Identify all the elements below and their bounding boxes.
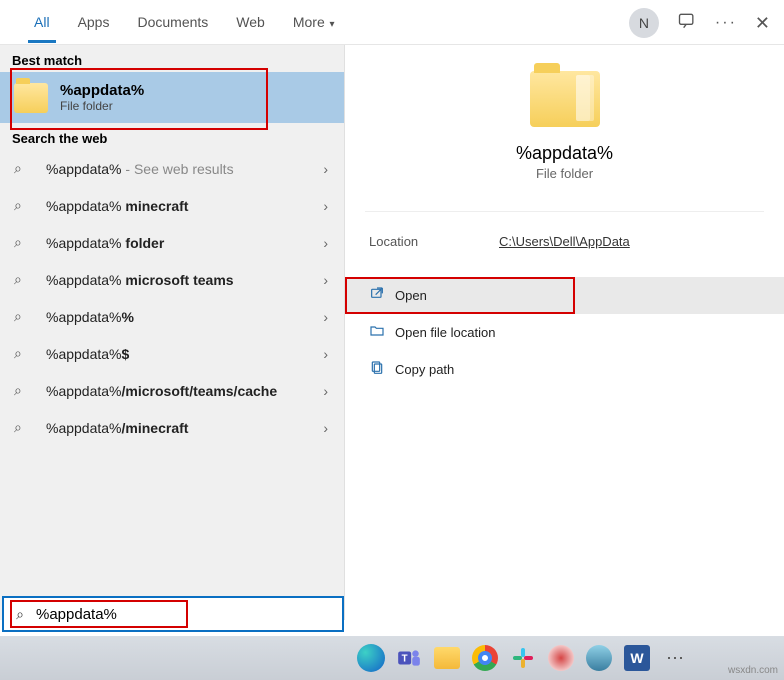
web-suggestion[interactable]: ⌕ %appdata%$ › xyxy=(0,335,344,372)
taskbar-app[interactable] xyxy=(544,641,578,675)
taskbar-chrome[interactable] xyxy=(468,641,502,675)
folder-icon xyxy=(530,71,600,127)
watermark: wsxdn.com xyxy=(728,665,778,676)
taskbar-slack[interactable] xyxy=(506,641,540,675)
folder-icon xyxy=(14,83,48,113)
taskbar-app[interactable] xyxy=(582,641,616,675)
search-icon: ⌕ xyxy=(14,197,32,214)
app-icon xyxy=(548,645,574,671)
search-web-label: Search the web xyxy=(0,123,344,150)
best-match-title: %appdata% xyxy=(60,82,144,99)
web-suggestion[interactable]: ⌕ %appdata% microsoft teams › xyxy=(0,261,344,298)
web-suggestion[interactable]: ⌕ %appdata% - See web results › xyxy=(0,150,344,187)
copy-icon xyxy=(369,360,395,379)
close-icon[interactable]: ✕ xyxy=(755,13,770,34)
folder-open-icon xyxy=(369,323,395,342)
chevron-right-icon: › xyxy=(323,272,328,288)
action-open-location[interactable]: Open file location xyxy=(345,314,784,351)
web-suggestion[interactable]: ⌕ %appdata%/minecraft › xyxy=(0,409,344,446)
search-input[interactable] xyxy=(36,606,342,623)
chevron-right-icon: › xyxy=(323,235,328,251)
chrome-icon xyxy=(472,645,498,671)
chevron-right-icon: › xyxy=(323,198,328,214)
search-icon: ⌕ xyxy=(14,271,32,288)
svg-text:T: T xyxy=(402,653,408,664)
tab-web[interactable]: Web xyxy=(222,2,279,42)
top-right-controls: N ··· ✕ xyxy=(629,8,770,38)
chevron-right-icon: › xyxy=(323,420,328,436)
action-copy-path[interactable]: Copy path xyxy=(345,351,784,388)
avatar[interactable]: N xyxy=(629,8,659,38)
search-icon: ⌕ xyxy=(14,308,32,325)
location-row: Location C:\Users\Dell\AppData xyxy=(345,212,784,271)
search-icon: ⌕ xyxy=(14,419,32,436)
preview-subtitle: File folder xyxy=(536,166,593,181)
chevron-right-icon: › xyxy=(323,309,328,325)
tab-all[interactable]: All xyxy=(20,2,64,42)
open-icon xyxy=(369,286,395,305)
search-icon: ⌕ xyxy=(14,382,32,399)
search-icon: ⌕ xyxy=(14,160,32,177)
taskbar-teams[interactable]: T xyxy=(392,641,426,675)
taskbar-file-explorer[interactable] xyxy=(430,641,464,675)
taskbar: T W ⋯ xyxy=(0,636,784,680)
app-icon xyxy=(586,645,612,671)
web-suggestion[interactable]: ⌕ %appdata%/microsoft/teams/cache › xyxy=(0,372,344,409)
action-open[interactable]: Open xyxy=(345,277,784,314)
feedback-icon[interactable] xyxy=(677,11,697,36)
folder-icon xyxy=(434,647,460,669)
chevron-right-icon: › xyxy=(323,161,328,177)
location-label: Location xyxy=(369,234,499,249)
web-suggestion[interactable]: ⌕ %appdata%% › xyxy=(0,298,344,335)
teams-icon: T xyxy=(396,645,422,671)
search-bar[interactable]: ⌕ xyxy=(2,596,344,632)
tab-apps[interactable]: Apps xyxy=(64,2,124,42)
web-suggestion[interactable]: ⌕ %appdata% folder › xyxy=(0,224,344,261)
chevron-right-icon: › xyxy=(323,383,328,399)
taskbar-overflow[interactable]: ⋯ xyxy=(658,641,692,675)
search-icon: ⌕ xyxy=(4,606,36,623)
chevron-right-icon: › xyxy=(323,346,328,362)
slack-icon xyxy=(511,646,535,670)
taskbar-edge[interactable] xyxy=(354,641,388,675)
search-icon: ⌕ xyxy=(14,234,32,251)
taskbar-word[interactable]: W xyxy=(620,641,654,675)
best-match-subtitle: File folder xyxy=(60,99,144,113)
tab-documents[interactable]: Documents xyxy=(123,2,222,42)
results-panel: Best match %appdata% File folder Search … xyxy=(0,45,345,620)
web-suggestion[interactable]: ⌕ %appdata% minecraft › xyxy=(0,187,344,224)
location-link[interactable]: C:\Users\Dell\AppData xyxy=(499,234,630,249)
search-icon: ⌕ xyxy=(14,345,32,362)
word-icon: W xyxy=(624,645,650,671)
edge-icon xyxy=(357,644,385,672)
preview-actions: Open Open file location Copy path xyxy=(345,277,784,388)
best-match-result[interactable]: %appdata% File folder xyxy=(0,72,344,123)
chevron-down-icon: ▾ xyxy=(327,19,335,30)
preview-panel: %appdata% File folder Location C:\Users\… xyxy=(345,45,784,620)
tab-more[interactable]: More ▾ xyxy=(279,2,349,42)
best-match-label: Best match xyxy=(0,45,344,72)
more-icon[interactable]: ··· xyxy=(715,14,737,32)
preview-title: %appdata% xyxy=(516,143,613,164)
